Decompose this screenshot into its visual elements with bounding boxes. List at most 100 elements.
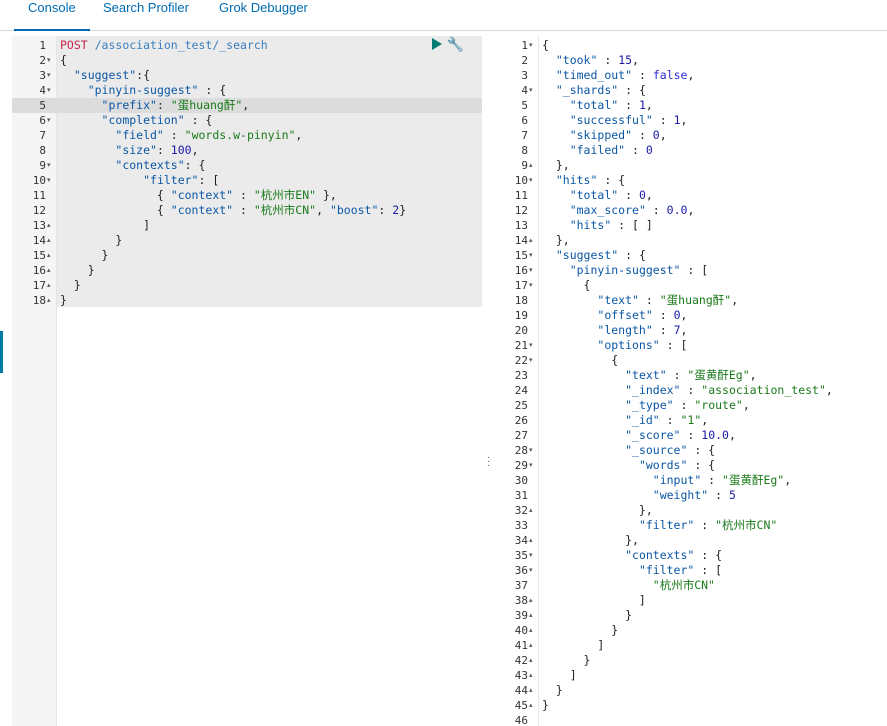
fold-arrow-down-icon[interactable]: ▾: [529, 353, 537, 368]
request-line-number: 16: [32, 264, 46, 277]
fold-arrow-up-icon[interactable]: ▴: [47, 218, 55, 233]
request-token: "prefix": [101, 98, 157, 112]
request-code-line: }: [56, 233, 482, 248]
fold-arrow-up-icon[interactable]: ▴: [47, 263, 55, 278]
tab-console[interactable]: Console: [14, 0, 90, 31]
response-code-line: "input" : "蛋黄酐Eg",: [538, 473, 887, 488]
response-line-number: 32: [514, 504, 528, 517]
request-editor[interactable]: 1 POST /association_test/_search 2 ▾{3 ▾ "su…: [12, 36, 482, 726]
request-token: }: [399, 203, 407, 217]
fold-arrow-up-icon[interactable]: ▴: [529, 608, 537, 623]
fold-arrow-up-icon[interactable]: ▴: [529, 593, 537, 608]
pane-divider[interactable]: [482, 36, 494, 726]
response-token: [542, 473, 653, 487]
fold-arrow-down-icon[interactable]: ▾: [529, 263, 537, 278]
fold-arrow-down-icon[interactable]: ▾: [47, 83, 55, 98]
request-line-number: 10: [32, 174, 46, 187]
response-line-number: 20: [514, 324, 528, 337]
drag-handle-icon[interactable]: · · ·: [487, 453, 490, 471]
response-token: ,: [659, 128, 667, 142]
fold-arrow-down-icon[interactable]: ▾: [529, 443, 537, 458]
response-token: :: [659, 413, 681, 427]
request-code-line: "pinyin-suggest" : {: [56, 83, 482, 98]
fold-arrow-up-icon[interactable]: ▴: [529, 158, 537, 173]
fold-arrow-up-icon[interactable]: ▴: [529, 683, 537, 698]
request-token: : {: [198, 83, 227, 97]
fold-arrow-down-icon[interactable]: ▾: [529, 338, 537, 353]
request-code-text: "pinyin-suggest" : {: [60, 83, 226, 98]
wrench-icon[interactable]: 🔧: [447, 36, 464, 53]
fold-arrow-down-icon[interactable]: ▾: [529, 38, 537, 53]
response-code-line: "successful" : 1,: [538, 113, 887, 128]
request-code-text: "size": 100,: [60, 143, 198, 158]
response-code-text: "skipped" : 0,: [542, 128, 667, 143]
response-code-line: "_index" : "association_test",: [538, 383, 887, 398]
fold-arrow-down-icon[interactable]: ▾: [529, 278, 537, 293]
response-code-text: {: [542, 278, 591, 293]
response-token: [542, 548, 625, 562]
response-token: "suggest": [555, 248, 619, 262]
tab-search-profiler[interactable]: Search Profiler: [103, 0, 189, 30]
fold-arrow-down-icon[interactable]: ▾: [47, 173, 55, 188]
fold-arrow-up-icon[interactable]: ▴: [47, 278, 55, 293]
fold-arrow-down-icon[interactable]: ▾: [529, 83, 537, 98]
fold-arrow-up-icon[interactable]: ▴: [529, 503, 537, 518]
response-line-number: 37: [514, 579, 528, 592]
response-line-number: 36: [514, 564, 528, 577]
fold-arrow-down-icon[interactable]: ▾: [529, 173, 537, 188]
response-token: false: [652, 68, 688, 82]
response-token: :: [638, 293, 660, 307]
response-token: "杭州市CN": [652, 578, 715, 592]
request-token: POST: [60, 38, 95, 52]
fold-arrow-up-icon[interactable]: ▴: [529, 653, 537, 668]
response-code-text: "length" : 7,: [542, 323, 687, 338]
fold-arrow-up-icon[interactable]: ▴: [529, 668, 537, 683]
response-token: [542, 563, 639, 577]
fold-arrow-up-icon[interactable]: ▴: [529, 623, 537, 638]
fold-arrow-down-icon[interactable]: ▾: [47, 158, 55, 173]
response-code-line: ]: [538, 668, 887, 683]
fold-arrow-up-icon[interactable]: ▴: [529, 233, 537, 248]
play-icon[interactable]: [432, 38, 442, 50]
response-code-text: "total" : 0,: [542, 188, 653, 203]
response-line-number: 9: [521, 159, 528, 172]
fold-arrow-down-icon[interactable]: ▾: [47, 113, 55, 128]
response-code-line: {: [538, 353, 887, 368]
response-code-text: "pinyin-suggest" : [: [542, 263, 708, 278]
fold-arrow-up-icon[interactable]: ▴: [529, 638, 537, 653]
response-token: :: [652, 323, 674, 337]
response-code-line: "text" : "蛋huang酐",: [538, 293, 887, 308]
response-token: [542, 53, 556, 67]
response-token: 7: [673, 323, 681, 337]
fold-arrow-down-icon[interactable]: ▾: [47, 53, 55, 68]
fold-arrow-up-icon[interactable]: ▴: [47, 293, 55, 308]
fold-arrow-down-icon[interactable]: ▾: [529, 548, 537, 563]
response-token: :: [673, 398, 695, 412]
response-line-number: 45: [514, 699, 528, 712]
response-line-number: 35: [514, 549, 528, 562]
fold-arrow-down-icon[interactable]: ▾: [529, 563, 537, 578]
tab-grok-debugger[interactable]: Grok Debugger: [219, 0, 308, 30]
request-code-line: "size": 100,: [56, 143, 482, 158]
response-code-text: }: [542, 608, 632, 623]
response-line-number: 24: [514, 384, 528, 397]
response-token: ,: [632, 53, 639, 67]
response-token: "_shards": [555, 83, 619, 97]
response-token: [542, 263, 570, 277]
response-code-line: "total" : 1,: [538, 98, 887, 113]
fold-arrow-down-icon[interactable]: ▾: [529, 248, 537, 263]
fold-arrow-up-icon[interactable]: ▴: [47, 248, 55, 263]
response-token: ,: [731, 293, 739, 307]
response-line-number: 1: [521, 39, 528, 52]
response-token: "skipped": [569, 128, 633, 142]
fold-arrow-down-icon[interactable]: ▾: [47, 68, 55, 83]
fold-arrow-up-icon[interactable]: ▴: [529, 698, 537, 713]
fold-arrow-up-icon[interactable]: ▴: [47, 233, 55, 248]
response-line-number: 4: [521, 84, 528, 97]
fold-arrow-down-icon[interactable]: ▾: [529, 458, 537, 473]
response-token: },: [542, 158, 570, 172]
fold-arrow-up-icon[interactable]: ▴: [529, 533, 537, 548]
request-code-text: }: [60, 263, 95, 278]
response-code-text: "_shards" : {: [542, 83, 646, 98]
response-code-line: "hits" : {: [538, 173, 887, 188]
